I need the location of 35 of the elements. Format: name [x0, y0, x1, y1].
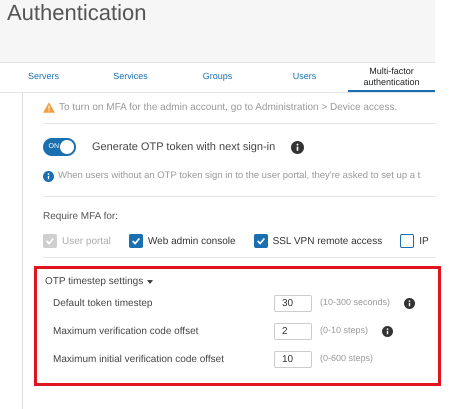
number-field[interactable]: 10 [274, 350, 312, 368]
number-field[interactable]: 2 [274, 322, 312, 340]
section-toggle[interactable]: OTP timestep settings [45, 274, 154, 289]
info-icon[interactable] [382, 326, 394, 336]
tab[interactable]: Users [261, 63, 348, 92]
checkbox[interactable] [254, 234, 268, 248]
info-icon[interactable] [404, 298, 416, 308]
checkbox-label: User portal [62, 234, 111, 248]
tab[interactable]: Groups [174, 63, 261, 92]
checkbox-label: Web admin console [148, 234, 236, 248]
setting-label: Maximum initial verification code offset [53, 352, 225, 366]
checkbox-label: SSL VPN remote access [272, 234, 382, 248]
range-hint: (0-10 steps) [320, 324, 368, 338]
checkbox-label: IP [419, 234, 429, 248]
range-hint: (10-300 seconds) [320, 296, 390, 310]
toggle-text: Generate OTP token with next sign-in [92, 140, 276, 155]
tab[interactable]: Multi-factor authentication [348, 63, 435, 92]
check-icon [45, 236, 55, 246]
check-icon [130, 236, 141, 246]
checkbox[interactable] [128, 234, 143, 248]
setting-label: Default token timestep [53, 296, 154, 310]
tab[interactable]: Servers [0, 63, 87, 92]
info-icon[interactable] [291, 140, 304, 154]
section-label: Require MFA for: [43, 210, 120, 224]
caret-icon [147, 280, 154, 284]
number-field[interactable]: 30 [274, 294, 312, 312]
setting-label: Maximum verification code offset [53, 324, 200, 338]
check-icon [256, 236, 266, 246]
checkbox[interactable] [400, 234, 414, 248]
tab[interactable]: Services [87, 63, 174, 92]
warning-text: To turn on MFA for the admin account, go to Administration > Device access. [59, 100, 398, 114]
page-title: Authentication [7, 0, 148, 26]
warning-icon [43, 102, 55, 112]
info-note: When users without an OTP token sign in to the user portal, they're asked to set up a t [58, 168, 420, 183]
range-hint: (0-600 steps) [320, 352, 374, 366]
